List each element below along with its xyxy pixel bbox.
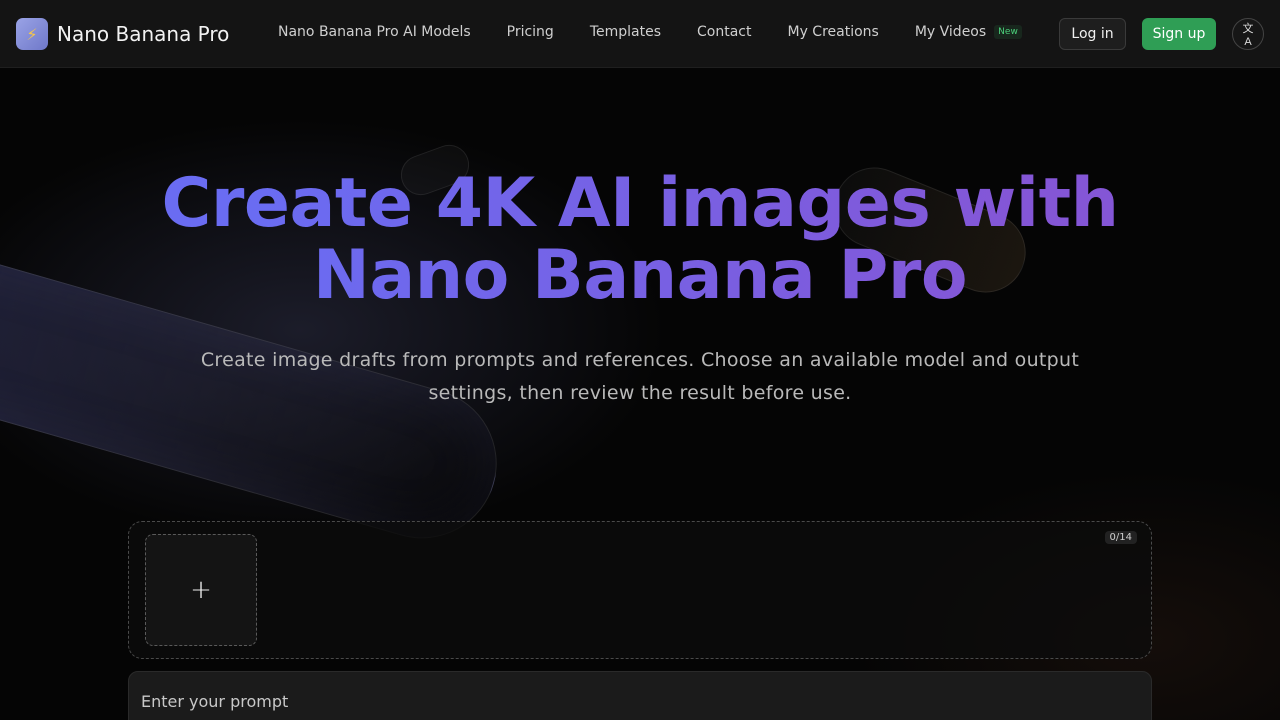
nav-ai-models[interactable]: Nano Banana Pro AI Models	[278, 24, 471, 40]
nav-my-creations-label: My Creations	[787, 24, 879, 40]
prompt-input[interactable]	[128, 671, 1152, 720]
new-badge: New	[994, 25, 1022, 39]
hero-title-line2: Nano Banana Pro	[312, 236, 968, 315]
translate-icon: 文A	[1242, 23, 1254, 48]
nav-my-videos[interactable]: My Videos New	[915, 24, 1022, 40]
reference-upload-area[interactable]: + 0/14	[128, 521, 1152, 659]
nav-my-videos-label: My Videos	[914, 24, 987, 40]
nav-templates-label: Templates	[589, 24, 662, 40]
nav-pricing[interactable]: Pricing	[507, 24, 554, 40]
hero-title-line1: Create 4K AI images with	[161, 164, 1119, 243]
nav-contact-label: Contact	[697, 24, 752, 40]
hero-title: Create 4K AI images with Nano Banana Pro	[0, 168, 1280, 312]
nav-templates[interactable]: Templates	[590, 24, 661, 40]
add-image-button[interactable]: +	[145, 534, 257, 646]
main-nav: Nano Banana Pro AI Models Pricing Templa…	[278, 24, 1022, 40]
language-button[interactable]: 文A	[1232, 18, 1264, 50]
brand-name: Nano Banana Pro	[57, 22, 230, 46]
banana-bolt-icon: ⚡	[16, 18, 48, 50]
upload-count: 0/14	[1104, 531, 1137, 544]
nav-contact[interactable]: Contact	[697, 24, 751, 40]
hero-subtitle: Create image drafts from prompts and ref…	[200, 349, 1080, 404]
page: ⚡ Nano Banana Pro Nano Banana Pro AI Mod…	[0, 0, 1280, 720]
brand-link[interactable]: ⚡ Nano Banana Pro	[16, 18, 229, 50]
nav-pricing-label: Pricing	[506, 24, 554, 40]
signup-button[interactable]: Sign up	[1142, 18, 1216, 50]
login-button[interactable]: Log in	[1059, 18, 1126, 50]
nav-my-creations[interactable]: My Creations	[787, 24, 878, 40]
site-header: ⚡ Nano Banana Pro Nano Banana Pro AI Mod…	[0, 0, 1280, 68]
plus-icon: +	[190, 575, 212, 605]
nav-ai-models-label: Nano Banana Pro AI Models	[278, 24, 471, 40]
